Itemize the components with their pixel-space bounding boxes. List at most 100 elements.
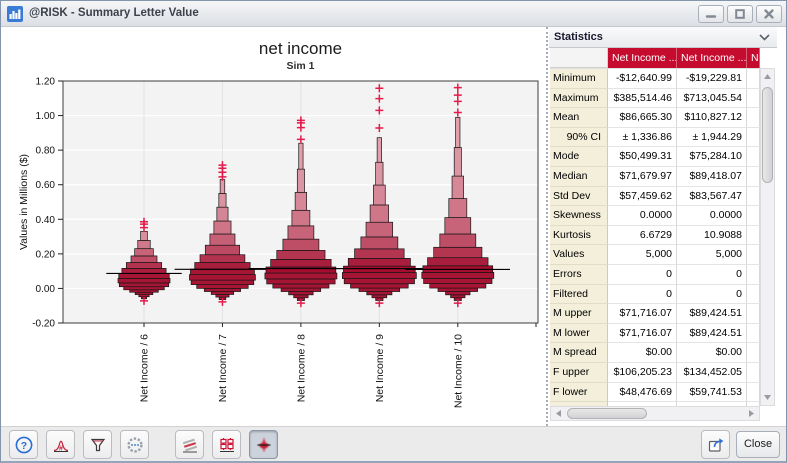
close-window-button[interactable]	[756, 5, 782, 23]
close-button[interactable]: Close	[736, 431, 780, 458]
stats-row-label: M upper	[550, 304, 608, 324]
summary-plot-button[interactable]	[249, 430, 278, 459]
stats-cell: $89,424.51	[677, 324, 747, 344]
stats-row: Std Dev$57,459.62$83,567.47	[550, 187, 760, 207]
distribution-format-button[interactable]: #	[46, 430, 75, 459]
stats-cell	[747, 167, 760, 187]
stats-row: Median$71,679.97$89,418.07	[550, 167, 760, 187]
stats-row: F upper$106,205.23$134,452.05	[550, 363, 760, 383]
scroll-right-button[interactable]	[744, 407, 759, 420]
stats-cell	[747, 89, 760, 109]
stats-cell: $71,716.07	[608, 324, 677, 344]
h-scroll-thumb[interactable]	[567, 408, 647, 419]
stats-cell: $50,499.31	[608, 147, 677, 167]
maximize-icon	[733, 8, 747, 20]
stats-row: Mean$86,665.30$110,827.12	[550, 108, 760, 128]
x-axis-label: Net Income / 10	[452, 334, 464, 408]
stats-cell: $0.00	[677, 343, 747, 363]
stats-row-label: Mean	[550, 108, 608, 128]
y-tick-label: 0.80	[36, 146, 56, 157]
y-tick-label: 0.20	[36, 249, 56, 260]
stats-cell: -$12,640.99	[608, 69, 677, 89]
stats-cell: 10.9088	[677, 226, 747, 246]
scroll-up-button[interactable]	[761, 69, 774, 84]
stats-row-label: M spread	[550, 343, 608, 363]
stats-cell: 0	[677, 265, 747, 285]
box-plot-button[interactable]	[212, 430, 241, 459]
stats-row: F lower$48,476.69$59,741.53	[550, 383, 760, 403]
stats-column-header: Net Income ...	[608, 48, 677, 68]
settings-button[interactable]	[120, 430, 149, 459]
stats-cell	[747, 69, 760, 89]
trend-lines-icon	[180, 435, 200, 455]
stats-row: Values5,0005,000	[550, 245, 760, 265]
stats-row: M spread$0.00$0.00	[550, 343, 760, 363]
statistics-title: Statistics	[554, 27, 603, 47]
stats-cell: $134,452.05	[677, 363, 747, 383]
stats-cell: 0	[608, 285, 677, 305]
trend-chart-button[interactable]	[175, 430, 204, 459]
stats-cell: $106,205.23	[608, 363, 677, 383]
stats-row-label: Maximum	[550, 89, 608, 109]
stats-cell: 0	[608, 265, 677, 285]
stats-cell	[747, 187, 760, 207]
chart-area: 1.201.000.800.600.400.200.00-0.20Net Inc…	[1, 27, 547, 426]
statistics-header-bar: Statistics	[549, 27, 777, 48]
stats-cell: $71,716.07	[608, 304, 677, 324]
stats-row: Filtered00	[550, 285, 760, 305]
stats-cell	[747, 265, 760, 285]
stats-row: Minimum-$12,640.99-$19,229.81	[550, 69, 760, 89]
stats-cell: 6.6729	[608, 226, 677, 246]
svg-text:#: #	[59, 445, 63, 452]
stats-cell: $86,665.30	[608, 108, 677, 128]
minimize-icon	[704, 8, 718, 20]
stats-row-label: Kurtosis	[550, 226, 608, 246]
stats-row-label: M lower	[550, 324, 608, 344]
title-bar[interactable]: @RISK - Summary Letter Value	[1, 1, 786, 27]
stats-cell: $57,459.62	[608, 187, 677, 207]
stats-cell	[747, 108, 760, 128]
stats-cell: $385,514.46	[608, 89, 677, 109]
stats-row: Kurtosis6.672910.9088	[550, 226, 760, 246]
h-scroll-track[interactable]	[550, 406, 760, 421]
y-tick-label: 1.00	[36, 111, 56, 122]
stats-row-label: 90% CI	[550, 128, 608, 148]
stats-row-label: Median	[550, 167, 608, 187]
minimize-button[interactable]	[698, 5, 724, 23]
help-button[interactable]: ?	[9, 430, 38, 459]
v-scroll-track[interactable]	[760, 68, 775, 406]
y-tick-label: -0.20	[32, 319, 55, 330]
x-axis-label: Net Income / 8	[295, 334, 307, 402]
stats-row-label: F lower	[550, 383, 608, 403]
stats-cell: $713,045.54	[677, 89, 747, 109]
stats-cell: ± 1,944.29	[677, 128, 747, 148]
scroll-left-button[interactable]	[551, 407, 566, 420]
filter-button[interactable]	[83, 430, 112, 459]
stats-cell: 5,000	[608, 245, 677, 265]
stats-cell: $83,567.47	[677, 187, 747, 207]
help-icon: ?	[14, 435, 34, 455]
stats-row-label: Filtered	[550, 285, 608, 305]
v-scroll-thumb[interactable]	[762, 87, 773, 183]
summary-plot-icon	[254, 435, 274, 455]
stats-cell: $59,741.53	[677, 383, 747, 403]
app-icon	[7, 6, 23, 22]
stats-cell	[747, 343, 760, 363]
stats-cell	[747, 324, 760, 344]
stats-row: Errors00	[550, 265, 760, 285]
window-title: @RISK - Summary Letter Value	[29, 1, 199, 26]
export-button[interactable]	[701, 430, 730, 459]
maximize-button[interactable]	[727, 5, 753, 23]
stats-cell: $75,284.10	[677, 147, 747, 167]
stats-row: M upper$71,716.07$89,424.51	[550, 304, 760, 324]
stats-cell: $110,827.12	[677, 108, 747, 128]
stats-corner-cell	[550, 48, 608, 68]
stats-cell	[747, 304, 760, 324]
box-plot-icon	[217, 435, 237, 455]
scroll-down-button[interactable]	[761, 390, 774, 405]
stats-row-label: Values	[550, 245, 608, 265]
collapse-chevron-icon[interactable]	[758, 33, 771, 42]
bottom-toolbar: ? #	[1, 426, 786, 462]
funnel-icon	[88, 435, 108, 455]
stats-column-header: Net Income ...	[677, 48, 747, 68]
